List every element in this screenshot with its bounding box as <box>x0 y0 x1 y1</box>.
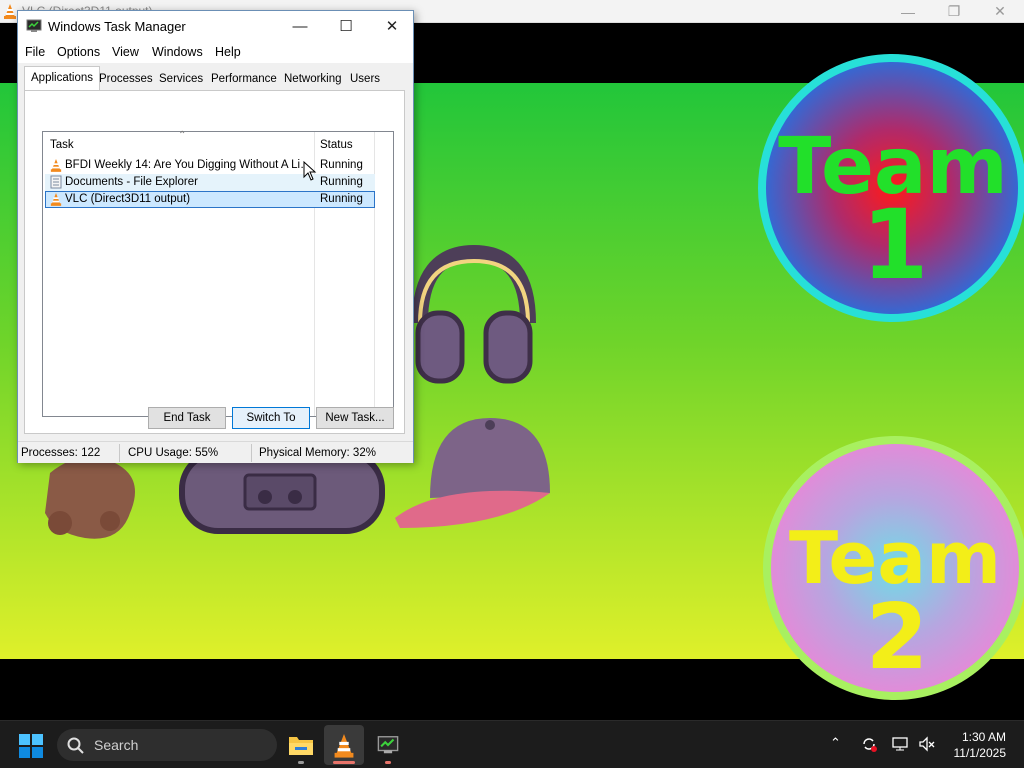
sync-alert-icon[interactable] <box>860 735 878 753</box>
clock-time: 1:30 AM <box>961 730 1006 744</box>
taskbar-task-manager-button[interactable] <box>368 725 408 765</box>
taskbar-file-explorer-button[interactable] <box>281 725 321 765</box>
volume-muted-icon[interactable] <box>918 735 936 753</box>
team-1-badge: Team 1 <box>758 54 1024 322</box>
tab-services[interactable]: Services <box>159 70 203 90</box>
system-clock[interactable]: 1:30 AM 11/1/2025 <box>954 729 1007 761</box>
vlc-cone-icon <box>334 734 354 758</box>
task-name: Documents - File Explorer <box>65 176 198 188</box>
close-button[interactable]: ✕ <box>369 11 415 41</box>
task-manager-icon <box>377 736 399 754</box>
task-name: BFDI Weekly 14: Are You Digging Without … <box>65 159 313 171</box>
running-indicator <box>333 761 355 764</box>
tab-applications[interactable]: Applications <box>24 66 101 91</box>
team-2-badge: Team 2 <box>763 436 1024 700</box>
task-row-selected[interactable]: VLC (Direct3D11 output) Running <box>45 191 375 208</box>
search-placeholder: Search <box>94 737 139 753</box>
menu-file[interactable]: File <box>25 45 45 59</box>
network-icon[interactable] <box>891 735 909 753</box>
task-status: Running <box>320 193 363 205</box>
applications-panel: Task ⌃ Status BFDI Weekly 14: Are You Di… <box>24 90 405 434</box>
vlc-minimize-button[interactable]: — <box>885 0 931 23</box>
task-manager-title: Windows Task Manager <box>48 19 186 34</box>
end-task-button[interactable]: End Task <box>148 407 226 429</box>
new-task-button[interactable]: New Task... <box>316 407 394 429</box>
tab-users[interactable]: Users <box>350 70 380 90</box>
tab-performance[interactable]: Performance <box>211 70 277 90</box>
task-row[interactable]: Documents - File Explorer Running <box>45 174 375 191</box>
task-list-header: Task ⌃ Status <box>43 130 393 157</box>
tab-processes[interactable]: Processes <box>99 70 153 90</box>
task-row[interactable]: BFDI Weekly 14: Are You Digging Without … <box>45 157 375 174</box>
windows-start-icon[interactable] <box>18 733 44 759</box>
vlc-close-button[interactable]: ✕ <box>977 0 1023 23</box>
search-icon <box>67 737 84 754</box>
bear-figure <box>45 457 135 539</box>
task-manager-titlebar[interactable]: Windows Task Manager — ☐ ✕ <box>18 11 413 41</box>
task-name: VLC (Direct3D11 output) <box>65 193 191 205</box>
tab-networking[interactable]: Networking <box>284 70 342 90</box>
file-explorer-icon <box>50 175 62 189</box>
mouse-cursor-icon <box>303 161 317 181</box>
team-2-number: 2 <box>866 585 929 690</box>
column-header-task[interactable]: Task <box>50 139 74 151</box>
team-1-number: 1 <box>862 189 929 301</box>
task-list[interactable]: Task ⌃ Status BFDI Weekly 14: Are You Di… <box>42 130 394 417</box>
taskbar-vlc-button[interactable] <box>324 725 364 765</box>
vlc-cone-icon <box>50 159 62 172</box>
menu-bar: File Options View Windows Help <box>18 41 413 63</box>
minimize-button[interactable]: — <box>277 11 323 41</box>
maximize-button[interactable]: ☐ <box>323 11 369 41</box>
running-indicator <box>385 761 391 764</box>
running-indicator <box>298 761 304 764</box>
search-input[interactable]: Search <box>57 729 277 761</box>
menu-windows[interactable]: Windows <box>152 45 203 59</box>
vlc-cone-icon <box>4 4 16 19</box>
task-status: Running <box>320 159 363 171</box>
task-manager-icon <box>26 19 42 32</box>
task-status: Running <box>320 176 363 188</box>
status-physical-memory: Physical Memory: 32% <box>259 447 376 459</box>
switch-to-button[interactable]: Switch To <box>232 407 310 429</box>
task-manager-window[interactable]: Windows Task Manager — ☐ ✕ File Options … <box>17 10 414 463</box>
chevron-up-icon[interactable]: ⌃ <box>830 735 841 751</box>
folder-icon <box>289 737 313 755</box>
status-divider <box>251 444 252 462</box>
taskbar: Search ⌃ 1:30 AM 11/1/2025 <box>0 720 1024 768</box>
boombox-icon <box>179 450 385 534</box>
status-bar: Processes: 122 CPU Usage: 55% Physical M… <box>18 441 413 463</box>
menu-view[interactable]: View <box>112 45 139 59</box>
status-divider <box>119 444 120 462</box>
column-header-status[interactable]: Status <box>320 139 353 151</box>
clock-date: 11/1/2025 <box>953 746 1007 760</box>
status-cpu-usage: CPU Usage: 55% <box>128 447 219 459</box>
menu-options[interactable]: Options <box>57 45 100 59</box>
menu-help[interactable]: Help <box>215 45 241 59</box>
sort-arrow-icon: ⌃ <box>178 130 187 141</box>
vlc-restore-button[interactable]: ❐ <box>931 0 977 23</box>
task-manager-body: Applications Processes Services Performa… <box>18 63 413 439</box>
vlc-cone-icon <box>50 193 62 206</box>
status-processes: Processes: 122 <box>21 447 101 459</box>
